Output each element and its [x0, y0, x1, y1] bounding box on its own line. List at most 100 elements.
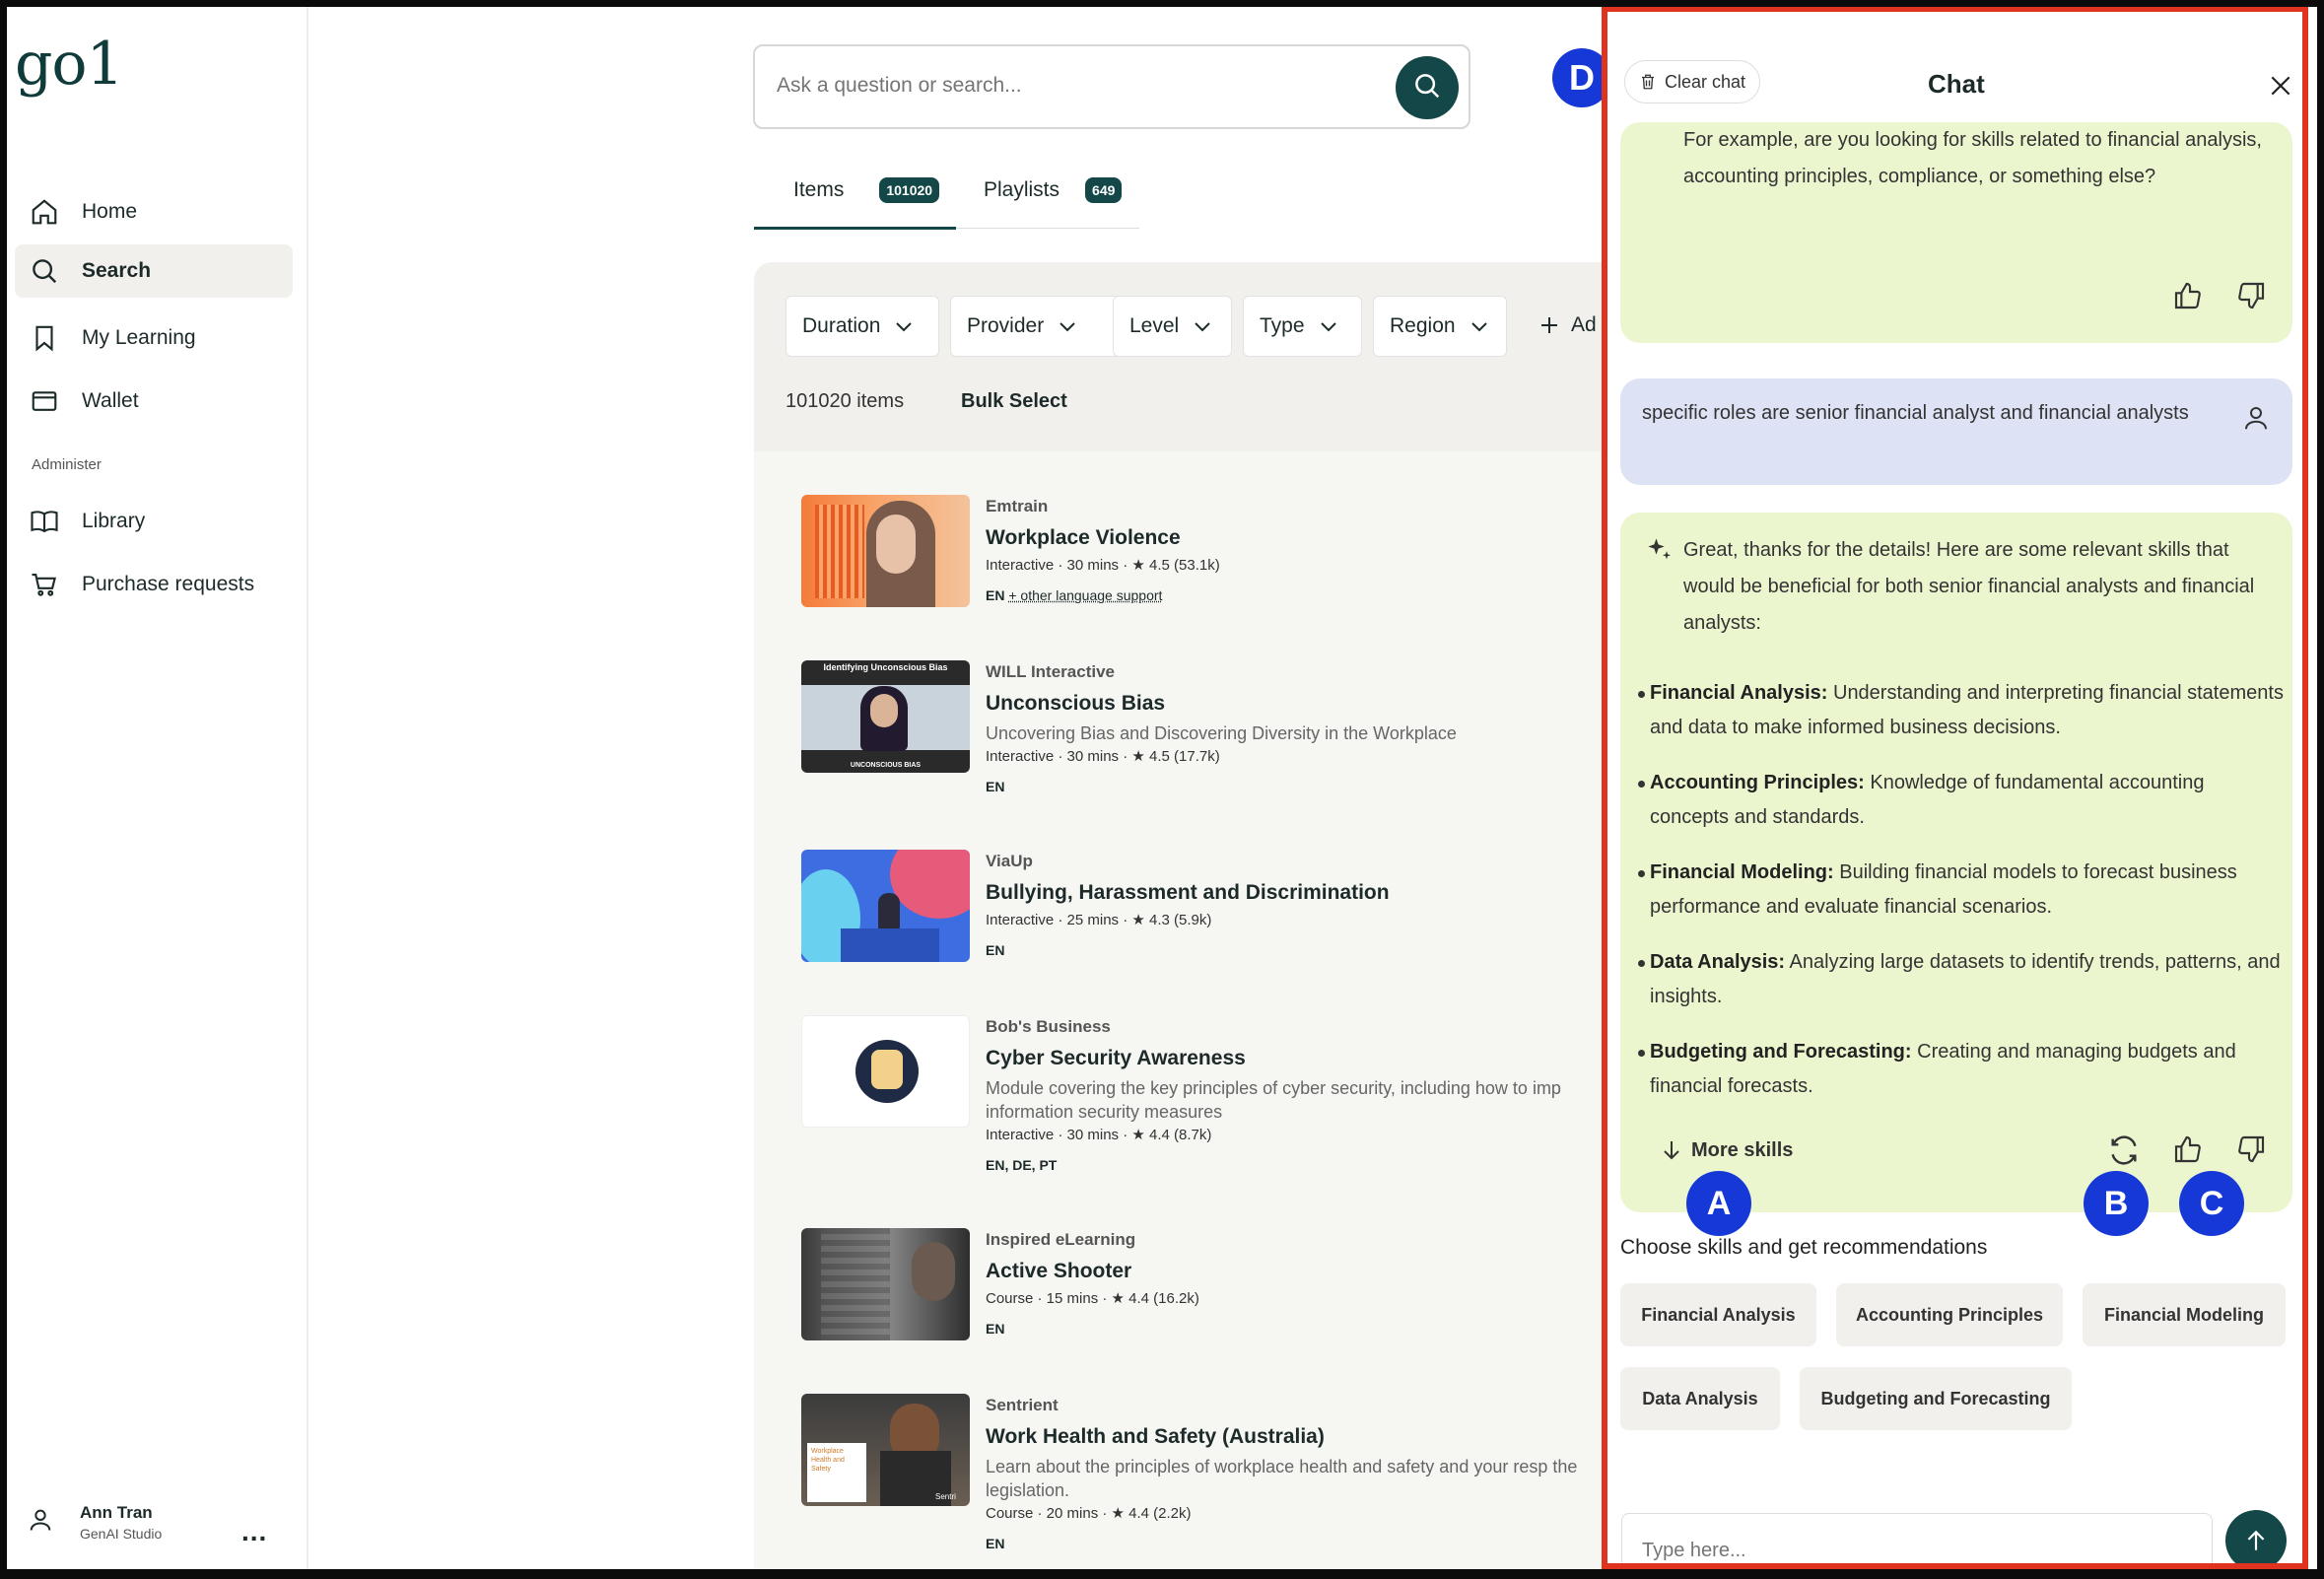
provider-name: Inspired eLearning	[986, 1230, 1136, 1249]
plus-icon	[1541, 317, 1557, 333]
nav-wallet[interactable]: Wallet	[15, 375, 293, 428]
more-skills-label: More skills	[1691, 1138, 1794, 1161]
bulk-select-button[interactable]: Bulk Select	[961, 390, 1067, 413]
item-meta: Interactive · 30 mins · ★ 4.5 (17.7k)	[986, 748, 1220, 765]
nav-library[interactable]: Library	[15, 495, 293, 548]
item-languages: EN, DE, PT	[986, 1157, 1058, 1173]
item-title[interactable]: Unconscious Bias	[986, 692, 1606, 716]
item-info: Inspired eLearning Active Shooter Course…	[986, 1228, 1606, 1337]
skill-item: Financial Modeling: Building financial m…	[1634, 856, 2285, 925]
wallet-icon	[21, 386, 68, 416]
nav-purchase-requests[interactable]: Purchase requests	[15, 558, 293, 611]
clear-chat-button[interactable]: Clear chat	[1624, 60, 1761, 103]
item-title[interactable]: Cyber Security Awareness	[986, 1047, 1606, 1070]
item-languages: EN	[986, 1536, 1005, 1551]
filter-provider[interactable]: Provider	[950, 296, 1121, 357]
item-title[interactable]: Bullying, Harassment and Discrimination	[986, 881, 1606, 905]
user-profile[interactable]: Ann Tran GenAI Studio	[27, 1503, 162, 1542]
list-item[interactable]: Bob's Business Cyber Security Awareness …	[801, 1015, 1606, 1193]
chevron-down-icon	[1195, 322, 1210, 332]
avatar[interactable]: D	[1552, 48, 1611, 107]
tab-items[interactable]: Items 101020	[793, 177, 940, 203]
item-title[interactable]: Workplace Violence	[986, 526, 1606, 550]
item-description: Uncovering Bias and Discovering Diversit…	[986, 723, 1457, 743]
tab-playlists-label: Playlists	[984, 178, 1060, 201]
list-item[interactable]: Workplace Health and Safety Sentri Sentr…	[801, 1394, 1606, 1567]
item-meta: Course · 15 mins · ★ 4.4 (16.2k)	[986, 1290, 1199, 1307]
user-name: Ann Tran	[80, 1503, 153, 1522]
list-item[interactable]: Emtrain Workplace Violence Interactive ·…	[801, 495, 1606, 633]
item-meta: Interactive · 30 mins · ★ 4.4 (8.7k)	[986, 1127, 1212, 1143]
item-meta: Interactive · 30 mins · ★ 4.5 (53.1k)	[986, 557, 1220, 574]
home-icon	[21, 197, 68, 227]
item-meta: Interactive · 25 mins · ★ 4.3 (5.9k)	[986, 912, 1212, 928]
skill-item: Data Analysis: Analyzing large datasets …	[1634, 945, 2285, 1014]
filter-provider-label: Provider	[967, 314, 1045, 337]
item-languages: EN	[986, 942, 1005, 958]
close-icon[interactable]	[2268, 73, 2293, 103]
provider-name: Bob's Business	[986, 1017, 1111, 1036]
filter-duration[interactable]: Duration	[786, 296, 939, 357]
filter-type[interactable]: Type	[1243, 296, 1362, 357]
send-button[interactable]	[2225, 1510, 2287, 1568]
list-item[interactable]: Identifying Unconscious Bias UNCONSCIOUS…	[801, 660, 1606, 808]
skill-chip-budgeting-forecasting[interactable]: Budgeting and Forecasting	[1800, 1367, 2072, 1430]
nav-wallet-label: Wallet	[82, 389, 139, 412]
active-tab-indicator	[754, 227, 956, 230]
filter-region-label: Region	[1390, 314, 1456, 337]
skill-chip-accounting-principles[interactable]: Accounting Principles	[1836, 1283, 2063, 1346]
chevron-down-icon	[1470, 322, 1487, 332]
provider-name: Emtrain	[986, 497, 1049, 515]
more-options-icon[interactable]: ...	[241, 1516, 267, 1547]
item-title[interactable]: Work Health and Safety (Australia)	[986, 1425, 1606, 1449]
assistant-intro-text: Great, thanks for the details! Here are …	[1683, 539, 2255, 634]
section-administer: Administer	[32, 456, 102, 473]
filter-region[interactable]: Region	[1373, 296, 1507, 357]
provider-name: ViaUp	[986, 852, 1033, 870]
item-info: Emtrain Workplace Violence Interactive ·…	[986, 495, 1606, 603]
item-info: Bob's Business Cyber Security Awareness …	[986, 1015, 1606, 1173]
chat-input[interactable]	[1642, 1540, 2194, 1562]
arrow-down-icon	[1664, 1141, 1679, 1160]
tab-playlists[interactable]: Playlists 649	[984, 177, 1123, 203]
go1-logo[interactable]: go1	[15, 34, 124, 94]
annotation-marker-a: A	[1686, 1171, 1751, 1236]
skill-chip-financial-modeling[interactable]: Financial Modeling	[2083, 1283, 2286, 1346]
user-role: GenAI Studio	[80, 1526, 163, 1542]
nav-home-label: Home	[82, 200, 138, 223]
search-input[interactable]	[777, 74, 1329, 98]
user-icon	[2241, 402, 2271, 439]
skill-item: Financial Analysis: Understanding and in…	[1634, 676, 2285, 745]
more-skills-button[interactable]: More skills	[1660, 1137, 1793, 1163]
regenerate-icon[interactable]	[2107, 1133, 2141, 1172]
nav-purchase-requests-label: Purchase requests	[82, 573, 255, 595]
filter-level[interactable]: Level	[1113, 296, 1232, 357]
nav-home[interactable]: Home	[15, 185, 293, 239]
skill-item: Accounting Principles: Knowledge of fund…	[1634, 766, 2285, 835]
thumbs-up-icon[interactable]	[2172, 1133, 2204, 1170]
search-icon	[21, 256, 68, 286]
list-item[interactable]: Inspired eLearning Active Shooter Course…	[801, 1228, 1606, 1366]
clear-chat-label: Clear chat	[1665, 71, 1746, 92]
skill-chip-data-analysis[interactable]: Data Analysis	[1620, 1367, 1780, 1430]
item-title[interactable]: Active Shooter	[986, 1260, 1606, 1283]
skill-chip-financial-analysis[interactable]: Financial Analysis	[1620, 1283, 1816, 1346]
nav-search[interactable]: Search	[15, 244, 293, 298]
nav-my-learning[interactable]: My Learning	[15, 311, 293, 365]
search-button[interactable]	[1396, 56, 1459, 119]
search-bar	[753, 44, 1470, 129]
filter-type-label: Type	[1260, 314, 1305, 337]
assistant-message: For example, are you looking for skills …	[1620, 122, 2292, 343]
add-filter-button[interactable]: Ad	[1538, 313, 1597, 337]
assistant-message: Great, thanks for the details! Here are …	[1620, 513, 2292, 1212]
skill-name: Accounting Principles:	[1650, 772, 1865, 793]
thumbnail-active-shooter	[801, 1228, 970, 1340]
list-item[interactable]: ViaUp Bullying, Harassment and Discrimin…	[801, 850, 1606, 988]
trash-icon	[1642, 74, 1654, 90]
language-support-link[interactable]: + other language support	[1008, 587, 1162, 603]
thumbs-down-icon[interactable]	[2235, 1133, 2267, 1170]
thumbs-up-icon[interactable]	[2172, 280, 2204, 316]
thumbs-down-icon[interactable]	[2235, 280, 2267, 316]
item-info: ViaUp Bullying, Harassment and Discrimin…	[986, 850, 1606, 958]
item-languages: EN + other language support	[986, 587, 1606, 603]
